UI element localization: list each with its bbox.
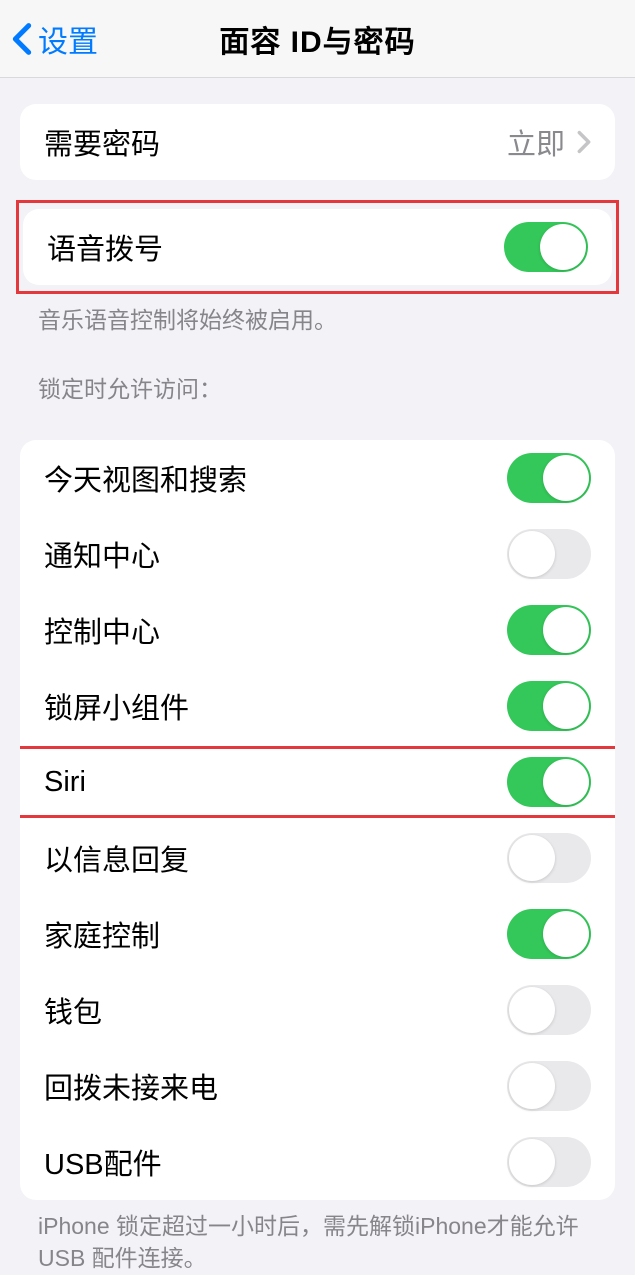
voice-dial-group: 语音拨号 bbox=[23, 209, 612, 285]
lock-access-row: 回拨未接来电 bbox=[20, 1048, 615, 1124]
lock-access-label: 控制中心 bbox=[44, 609, 160, 651]
lock-access-row: USB配件 bbox=[20, 1124, 615, 1200]
list-item: 钱包 bbox=[20, 972, 615, 1048]
lock-access-toggle[interactable] bbox=[507, 1061, 591, 1111]
lock-access-label: 以信息回复 bbox=[44, 837, 189, 879]
toggle-knob bbox=[543, 911, 589, 957]
toggle-knob bbox=[543, 759, 589, 805]
lock-access-label: 通知中心 bbox=[44, 533, 160, 575]
lock-access-label: 钱包 bbox=[44, 989, 102, 1031]
list-item: 锁屏小组件 bbox=[20, 668, 615, 744]
lock-access-group: 今天视图和搜索通知中心控制中心锁屏小组件 Siri 以信息回复家庭控制钱包回拨未接来… bbox=[20, 440, 615, 1200]
list-item: Siri bbox=[20, 744, 615, 820]
toggle-knob bbox=[543, 683, 589, 729]
lock-access-toggle[interactable] bbox=[507, 453, 591, 503]
list-item: 今天视图和搜索 bbox=[20, 440, 615, 516]
toggle-knob bbox=[509, 835, 555, 881]
lock-access-row: 以信息回复 bbox=[20, 820, 615, 896]
lock-access-label: 家庭控制 bbox=[44, 913, 160, 955]
back-button[interactable]: 设置 bbox=[0, 17, 98, 61]
lock-access-toggle[interactable] bbox=[507, 985, 591, 1035]
lock-access-toggle[interactable] bbox=[507, 757, 591, 807]
lock-access-row: Siri bbox=[20, 744, 615, 820]
list-item: 以信息回复 bbox=[20, 820, 615, 896]
lock-access-label: 回拨未接来电 bbox=[44, 1065, 218, 1107]
lock-access-label: USB配件 bbox=[44, 1141, 162, 1183]
lock-access-toggle[interactable] bbox=[507, 529, 591, 579]
lock-access-label: 今天视图和搜索 bbox=[44, 457, 247, 499]
lock-access-toggle[interactable] bbox=[507, 909, 591, 959]
lock-access-header: 锁定时允许访问： bbox=[0, 336, 635, 414]
list-item: 家庭控制 bbox=[20, 896, 615, 972]
lock-access-toggle[interactable] bbox=[507, 605, 591, 655]
list-item: 通知中心 bbox=[20, 516, 615, 592]
lock-access-row: 锁屏小组件 bbox=[20, 668, 615, 744]
toggle-knob bbox=[509, 1139, 555, 1185]
back-label: 设置 bbox=[38, 17, 98, 61]
require-passcode-value-text: 立即 bbox=[507, 121, 565, 163]
lock-access-row: 钱包 bbox=[20, 972, 615, 1048]
lock-access-toggle[interactable] bbox=[507, 1137, 591, 1187]
list-item: 回拨未接来电 bbox=[20, 1048, 615, 1124]
toggle-knob bbox=[509, 987, 555, 1033]
toggle-knob bbox=[543, 607, 589, 653]
toggle-knob bbox=[509, 531, 555, 577]
voice-dial-label: 语音拨号 bbox=[47, 226, 163, 268]
navigation-bar: 设置 面容 ID与密码 bbox=[0, 0, 635, 78]
toggle-knob bbox=[509, 1063, 555, 1109]
voice-dial-row: 语音拨号 bbox=[23, 209, 612, 285]
chevron-right-icon bbox=[577, 130, 591, 154]
voice-dial-toggle[interactable] bbox=[504, 222, 588, 272]
list-item: 控制中心 bbox=[20, 592, 615, 668]
lock-access-row: 今天视图和搜索 bbox=[20, 440, 615, 516]
toggle-knob bbox=[543, 455, 589, 501]
voice-dial-footer: 音乐语音控制将始终被启用。 bbox=[0, 294, 635, 336]
lock-access-label: Siri bbox=[44, 766, 86, 799]
voice-dial-highlight: 语音拨号 bbox=[16, 200, 619, 294]
lock-access-label: 锁屏小组件 bbox=[44, 685, 189, 727]
lock-access-row: 家庭控制 bbox=[20, 896, 615, 972]
lock-access-toggle[interactable] bbox=[507, 833, 591, 883]
lock-access-footer: iPhone 锁定超过一小时后，需先解锁iPhone才能允许USB 配件连接。 bbox=[0, 1200, 635, 1274]
require-passcode-group: 需要密码 立即 bbox=[20, 104, 615, 180]
chevron-left-icon bbox=[12, 22, 32, 56]
require-passcode-row[interactable]: 需要密码 立即 bbox=[20, 104, 615, 180]
list-item: USB配件 bbox=[20, 1124, 615, 1200]
lock-access-row: 控制中心 bbox=[20, 592, 615, 668]
lock-access-row: 通知中心 bbox=[20, 516, 615, 592]
require-passcode-value: 立即 bbox=[507, 121, 591, 163]
toggle-knob bbox=[540, 224, 586, 270]
lock-access-toggle[interactable] bbox=[507, 681, 591, 731]
page-title: 面容 ID与密码 bbox=[219, 17, 415, 61]
require-passcode-label: 需要密码 bbox=[44, 121, 160, 163]
